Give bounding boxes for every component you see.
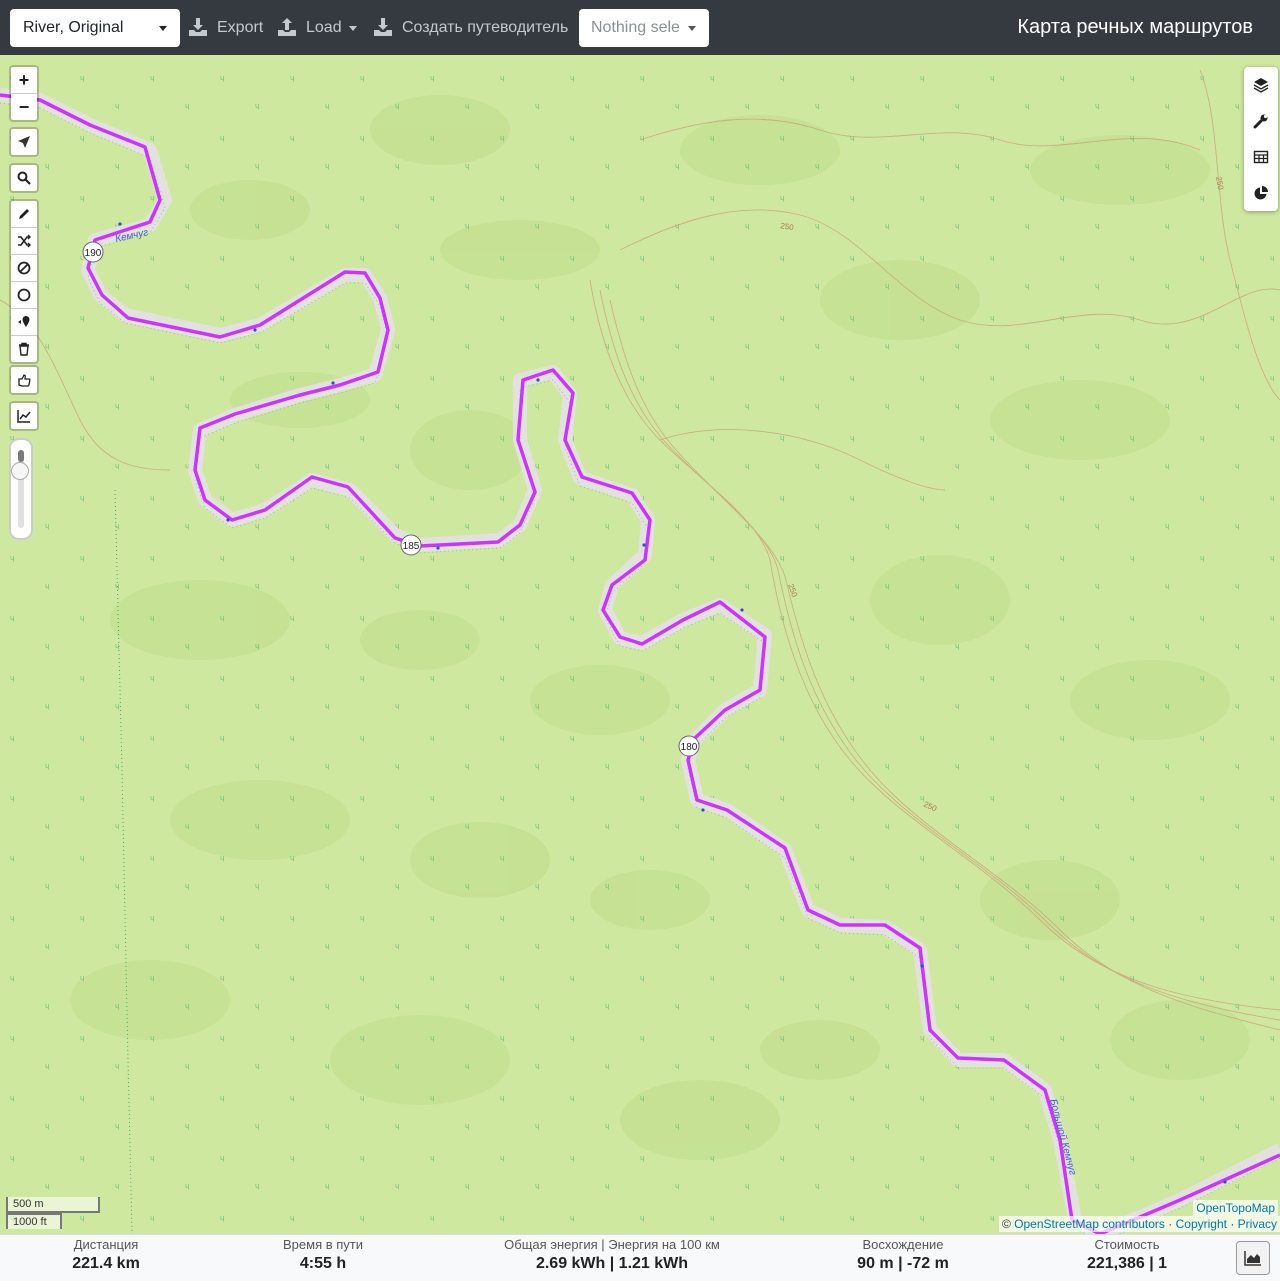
table-button[interactable] xyxy=(1244,139,1278,175)
opacity-slider[interactable] xyxy=(9,438,33,540)
stat-time-value: 4:55 h xyxy=(299,1255,347,1272)
chevron-down-icon xyxy=(159,26,167,31)
trash-icon xyxy=(19,342,29,356)
map[interactable]: ɥ ɥ xyxy=(0,55,1280,1234)
poi-button[interactable] xyxy=(11,309,37,336)
page-title: Карта речных маршрутов xyxy=(1017,16,1253,38)
stat-cost: Стоимость 221,386 | 1 xyxy=(1087,1235,1167,1273)
right-sidebar-tabs xyxy=(1244,67,1278,211)
stat-distance-value: 221.4 km xyxy=(72,1255,140,1272)
no-go-area-button[interactable] xyxy=(11,255,37,282)
profile-select-value: River, Original xyxy=(23,19,124,36)
pie-chart-icon xyxy=(1254,186,1268,200)
layers-icon xyxy=(1253,78,1269,93)
location-arrow-icon xyxy=(18,136,30,148)
area-chart-icon xyxy=(1244,1251,1261,1266)
slider-fill xyxy=(18,450,24,462)
load-label: Load xyxy=(306,19,342,36)
search-button[interactable] xyxy=(11,165,37,191)
osm-link[interactable]: OpenStreetMap contributors xyxy=(1014,1217,1165,1231)
export-button[interactable]: Export xyxy=(188,9,268,47)
reverse-control xyxy=(9,365,39,395)
separator: · xyxy=(1168,1217,1173,1231)
line-chart-icon xyxy=(17,410,31,423)
chevron-down-icon xyxy=(688,26,696,31)
circle-icon xyxy=(17,288,31,302)
km-label-180: 180 xyxy=(681,742,698,753)
zoom-out-button[interactable]: − xyxy=(11,94,37,120)
stat-cost-value: 221,386 | 1 xyxy=(1086,1255,1168,1272)
circle-button[interactable] xyxy=(11,282,37,309)
search-control xyxy=(9,163,39,193)
stats-button[interactable] xyxy=(1244,175,1278,211)
route-select[interactable]: Nothing sele xyxy=(579,9,709,47)
privacy-link[interactable]: Privacy xyxy=(1238,1217,1277,1231)
topo-map-layer[interactable]: ɥ ɥ xyxy=(0,55,1280,1234)
stat-cost-title: Стоимость xyxy=(1094,1237,1160,1252)
navbar: River, Original Export Load Создать путе… xyxy=(0,0,1280,55)
download-icon xyxy=(189,18,207,36)
tile-attribution[interactable]: OpenTopoMap xyxy=(1193,1200,1278,1216)
elevation-chart-button[interactable] xyxy=(11,403,37,429)
table-icon xyxy=(1253,150,1269,164)
km-marker-190: 190 xyxy=(82,241,104,263)
km-marker-180: 180 xyxy=(678,735,700,757)
copyright-symbol: © xyxy=(1001,1217,1011,1231)
export-label: Export xyxy=(217,19,264,36)
attribution: © OpenStreetMap contributors · Copyright… xyxy=(998,1216,1280,1232)
stat-ascent: Восхождение 90 m | -72 m xyxy=(857,1235,949,1273)
create-guide-label: Создать путеводитель xyxy=(402,19,569,36)
stat-distance: Дистанция 221.4 km xyxy=(72,1235,140,1273)
route-stats-bar: Дистанция 221.4 km Время в пути 4:55 h О… xyxy=(0,1234,1280,1281)
zoom-in-button[interactable]: + xyxy=(11,67,37,94)
zoom-control: + − xyxy=(9,65,39,122)
load-button[interactable]: Load xyxy=(277,9,363,47)
scale-imperial: 1000 ft xyxy=(6,1213,62,1229)
search-icon xyxy=(17,171,31,185)
pencil-icon xyxy=(19,209,29,219)
stat-ascent-value: 90 m | -72 m xyxy=(857,1255,949,1272)
stat-time-title: Время в пути xyxy=(283,1237,363,1252)
stat-ascent-title: Восхождение xyxy=(862,1237,944,1252)
elevation-profile-button[interactable] xyxy=(1236,1241,1270,1275)
shuffle-icon xyxy=(18,234,31,248)
elevation-control xyxy=(9,401,39,431)
delete-route-button[interactable] xyxy=(11,336,37,362)
download-icon xyxy=(374,18,392,36)
draw-toolbar xyxy=(9,199,39,364)
scale-metric: 500 m xyxy=(6,1197,100,1213)
map-marker-icon xyxy=(18,316,30,327)
km-marker-185: 185 xyxy=(400,534,422,556)
km-label-185: 185 xyxy=(403,541,420,552)
settings-button[interactable] xyxy=(1244,103,1278,139)
stat-energy-value: 2.69 kWh | 1.21 kWh xyxy=(535,1255,689,1272)
wrench-icon xyxy=(1253,114,1268,129)
profile-select[interactable]: River, Original xyxy=(10,9,180,47)
copyright-link[interactable]: Copyright xyxy=(1176,1217,1227,1231)
slider-handle[interactable] xyxy=(11,462,29,480)
create-guide-button[interactable]: Создать путеводитель xyxy=(373,9,573,47)
route-select-placeholder: Nothing sele xyxy=(591,19,680,36)
km-label-190: 190 xyxy=(85,248,102,259)
layers-button[interactable] xyxy=(1244,67,1278,103)
ban-icon xyxy=(17,261,31,275)
stat-time: Время в пути 4:55 h xyxy=(283,1235,363,1273)
locate-control xyxy=(9,127,39,157)
locate-button[interactable] xyxy=(11,129,37,155)
reverse-route-button[interactable] xyxy=(11,228,37,255)
upload-icon xyxy=(278,18,296,36)
chevron-down-icon xyxy=(349,26,357,31)
stat-energy-title: Общая энергия | Энергия на 100 км xyxy=(504,1237,720,1252)
separator: · xyxy=(1230,1217,1235,1231)
stat-energy: Общая энергия | Энергия на 100 км 2.69 k… xyxy=(504,1235,720,1273)
draw-route-button[interactable] xyxy=(11,201,37,228)
stat-distance-title: Дистанция xyxy=(73,1237,139,1252)
thumb-button[interactable] xyxy=(11,367,37,393)
hand-point-icon xyxy=(18,374,31,387)
